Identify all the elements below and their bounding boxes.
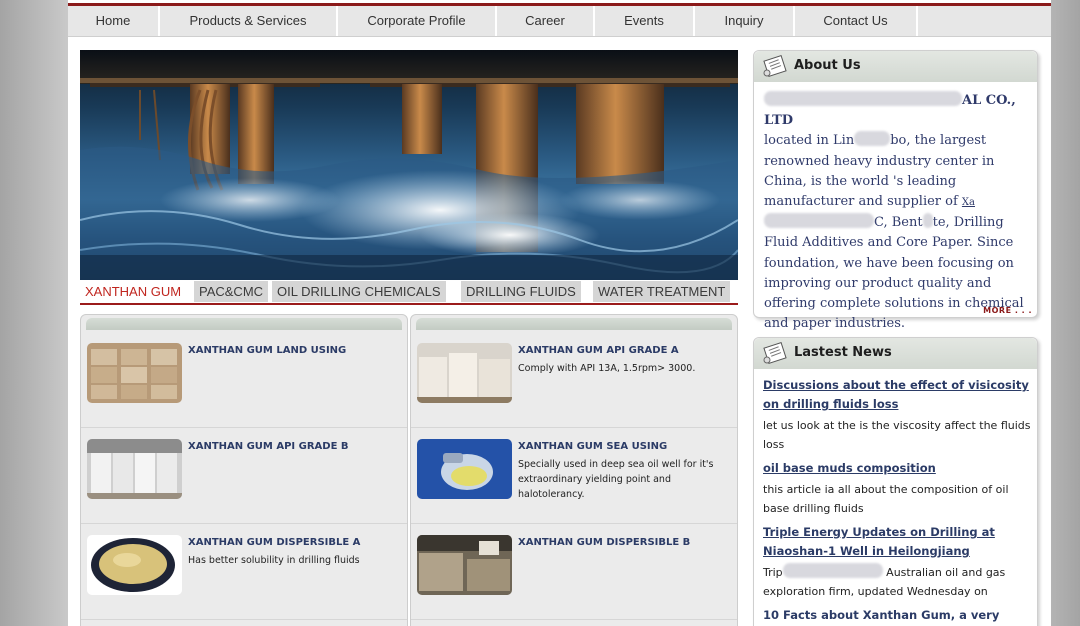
pallet-warehouse-image	[417, 343, 512, 403]
about-text-part: located in Lin	[764, 133, 855, 149]
tab-xanthan-gum[interactable]: XANTHAN GUM	[80, 281, 187, 302]
tab-drilling-fluids[interactable]: DRILLING FLUIDS	[461, 281, 581, 302]
nav-home[interactable]: Home	[68, 6, 160, 36]
product-description: Comply with API 13A, 1.5rpm> 3000.	[518, 363, 696, 374]
nav-inquiry[interactable]: Inquiry	[695, 6, 795, 36]
hero-banner-image	[80, 50, 738, 280]
product-title[interactable]: XANTHAN GUM SEA USING	[518, 441, 728, 452]
sack-stack-image	[87, 343, 182, 403]
product-category-tabs: XANTHAN GUM PAC&CMC OIL DRILLING CHEMICA…	[80, 280, 738, 305]
product-title[interactable]: XANTHAN GUM LAND USING	[188, 345, 398, 356]
product-description: Specially used in deep sea oil well for …	[518, 459, 714, 500]
redacted-text	[854, 131, 891, 147]
news-item-title[interactable]: Triple Energy Updates on Drilling at Nia…	[763, 523, 1037, 561]
tab-oil-drilling-chemicals[interactable]: OIL DRILLING CHEMICALS	[272, 281, 446, 302]
product-thumbnail[interactable]	[87, 343, 182, 403]
product-thumbnail[interactable]	[417, 343, 512, 403]
latest-news-title: Lastest News	[794, 345, 892, 360]
product-thumbnail[interactable]	[417, 535, 512, 595]
product-item[interactable]: XANTHAN GUM SEA USING Specially used in …	[411, 427, 737, 524]
about-us-title: About Us	[794, 58, 861, 73]
page: Home Products & Services Corporate Profi…	[68, 0, 1051, 626]
about-text-part: C, Bent	[874, 215, 923, 231]
nav-career[interactable]: Career	[497, 6, 595, 36]
column-header-bar	[416, 318, 732, 330]
product-thumbnail[interactable]	[87, 439, 182, 499]
powder-dish-image	[87, 535, 182, 595]
news-item-title[interactable]: Discussions about the effect of visicosi…	[763, 376, 1037, 414]
about-us-box: About Us AL CO., LTD located in Lin bo, t…	[753, 50, 1038, 331]
column-header-bar	[86, 318, 402, 330]
product-column-right: XANTHAN GUM API GRADE A Comply with API …	[410, 314, 738, 626]
about-us-header: About Us	[754, 51, 1037, 82]
product-link[interactable]: Xa	[962, 197, 975, 208]
product-column-left: XANTHAN GUM LAND USING XANTHAN GUM API G…	[80, 314, 408, 626]
product-title[interactable]: XANTHAN GUM API GRADE B	[188, 441, 398, 452]
about-us-text: AL CO., LTD located in Lin bo, the larges…	[764, 91, 1036, 334]
newspaper-icon	[763, 55, 787, 78]
redacted-text	[922, 213, 933, 229]
warehouse-sacks-image	[417, 535, 512, 595]
tab-water-treatment[interactable]: WATER TREATMENT	[593, 281, 731, 302]
news-item-title[interactable]: 10 Facts about Xanthan Gum, a very	[763, 606, 1037, 625]
nav-products-services[interactable]: Products & Services	[160, 6, 338, 36]
redacted-text	[782, 563, 883, 578]
product-item[interactable]: XANTHAN GUM DISPERSIBLE B	[411, 523, 737, 620]
product-item[interactable]: XANTHAN GUM API GRADE A Comply with API …	[411, 331, 737, 428]
news-item-desc: let us look at the is the viscosity affe…	[763, 419, 1031, 451]
product-grid: XANTHAN GUM LAND USING XANTHAN GUM API G…	[80, 314, 738, 626]
nav-events[interactable]: Events	[595, 6, 695, 36]
product-title[interactable]: XANTHAN GUM DISPERSIBLE A	[188, 537, 398, 548]
main-nav: Home Products & Services Corporate Profi…	[68, 6, 1051, 37]
product-thumbnail[interactable]	[87, 535, 182, 595]
offshore-platform-illustration	[80, 50, 738, 280]
latest-news-header: Lastest News	[754, 338, 1037, 369]
news-desc-part: Trip	[763, 566, 783, 579]
nav-corporate-profile[interactable]: Corporate Profile	[338, 6, 497, 36]
news-list: Discussions about the effect of visicosi…	[763, 376, 1037, 625]
latest-news-box: Lastest News Discussions about the effec…	[753, 337, 1038, 626]
product-title[interactable]: XANTHAN GUM DISPERSIBLE B	[518, 537, 728, 548]
product-title[interactable]: XANTHAN GUM API GRADE A	[518, 345, 728, 356]
redacted-text	[764, 91, 962, 106]
product-item[interactable]: XANTHAN GUM DISPERSIBLE A Has better sol…	[81, 523, 407, 620]
redacted-text	[764, 213, 874, 229]
news-item-desc: this article ia all about the compositio…	[763, 483, 1009, 515]
news-item-desc: Trip Australian oil and gas exploration …	[763, 563, 1037, 601]
product-item[interactable]: XANTHAN GUM LAND USING	[81, 331, 407, 428]
carton-boxes-image	[87, 439, 182, 499]
sample-jar-image	[417, 439, 512, 499]
product-item[interactable]: XANTHAN GUM API GRADE B	[81, 427, 407, 524]
about-more-link[interactable]: MORE . . .	[983, 306, 1032, 315]
tab-pac-cmc[interactable]: PAC&CMC	[194, 281, 269, 302]
nav-contact-us[interactable]: Contact Us	[795, 6, 918, 36]
product-description: Has better solubility in drilling fluids	[188, 555, 360, 566]
product-thumbnail[interactable]	[417, 439, 512, 499]
newspaper-icon	[763, 342, 787, 365]
news-item-title[interactable]: oil base muds composition	[763, 459, 1037, 478]
